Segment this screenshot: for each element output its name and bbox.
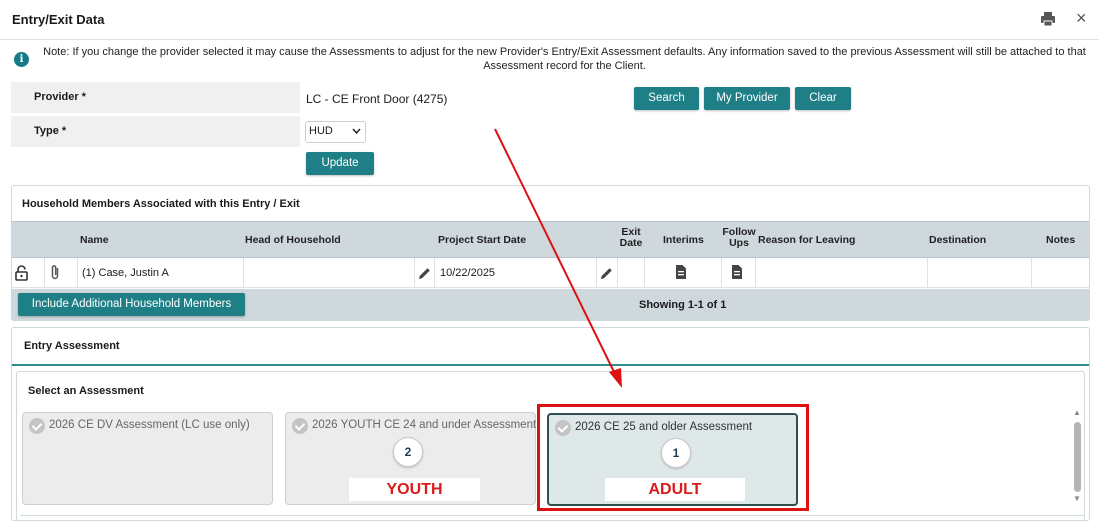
assessment-card-label: 2026 CE DV Assessment (LC use only) [49,419,250,431]
col-interims: Interims [663,234,704,246]
type-select-value: HUD [309,125,333,137]
clear-button[interactable]: Clear [795,87,851,110]
assessment-scrollbar[interactable]: ▲ ▼ [1070,408,1084,506]
info-icon: i [14,52,29,67]
update-button[interactable]: Update [306,152,374,175]
col-name: Name [80,234,109,246]
step-badge: 2 [393,437,423,467]
assessment-card-dv[interactable]: 2026 CE DV Assessment (LC use only) [22,412,273,505]
highlight-box [537,404,809,511]
col-destination: Destination [929,234,987,246]
check-circle-icon [29,418,45,434]
follow-ups-document-icon[interactable] [731,264,743,280]
col-follow-ups: Follow Ups [722,226,756,249]
entry-assessment-title: Entry Assessment [24,340,120,352]
include-additional-members-button[interactable]: Include Additional Household Members [18,293,245,316]
search-button[interactable]: Search [634,87,699,110]
col-notes: Notes [1046,234,1076,246]
assessment-card-label: 2026 YOUTH CE 24 and under Assessment [312,419,537,431]
select-assessment-title: Select an Assessment [28,385,144,397]
paperclip-icon[interactable] [50,264,60,281]
provider-label: Provider * [11,82,300,113]
household-panel-title: Household Members Associated with this E… [22,198,300,210]
window-title: Entry/Exit Data [12,12,105,27]
next-section-edge [20,515,1085,521]
provider-value: LC - CE Front Door (4275) [306,92,448,106]
annotation-arrow [494,128,622,388]
scroll-thumb[interactable] [1074,422,1081,492]
window-titlebar: Entry/Exit Data × [0,0,1099,40]
provider-change-note: i Note: If you change the provider selec… [14,45,1089,73]
col-head-of-household: Head of Household [245,234,341,246]
scroll-down-icon[interactable]: ▼ [1073,494,1081,503]
close-icon[interactable]: × [1076,7,1087,29]
member-name[interactable]: (1) Case, Justin A [82,267,169,279]
pagination-status: Showing 1-1 of 1 [639,299,727,311]
interims-document-icon[interactable] [675,264,687,280]
youth-tag: YOUTH [349,478,480,501]
note-text: Note: If you change the provider selecte… [43,46,1086,72]
unlock-icon[interactable] [15,265,28,281]
scroll-up-icon[interactable]: ▲ [1073,408,1081,417]
type-label: Type * [11,116,300,147]
my-provider-button[interactable]: My Provider [704,87,790,110]
print-icon[interactable] [1039,10,1057,28]
edit-start-date-icon[interactable] [417,266,432,281]
assessment-card-youth[interactable]: 2026 YOUTH CE 24 and under Assessment 2 … [285,412,536,505]
chevron-down-icon [352,128,361,135]
check-circle-icon [292,418,308,434]
type-select[interactable]: HUD [305,121,366,143]
col-reason-for-leaving: Reason for Leaving [758,234,856,246]
